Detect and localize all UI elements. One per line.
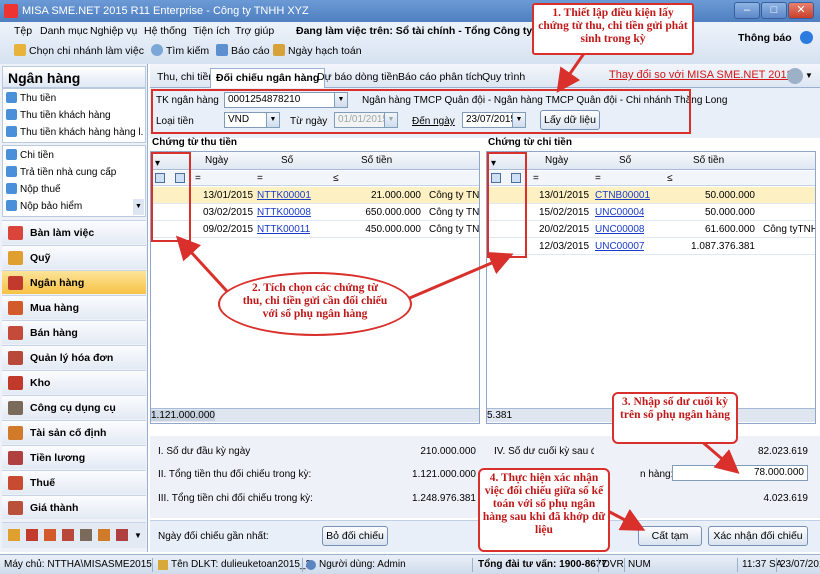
callout-step-2: 2. Tích chọn các chứng từ thu, chi tiền … xyxy=(218,272,412,336)
callout-step-3: 3. Nhập số dư cuối kỳ trên sổ phụ ngân h… xyxy=(612,392,738,444)
annotation-arrows xyxy=(175,51,740,531)
callout-step-4: 4. Thực hiện xác nhận việc đối chiếu giữ… xyxy=(478,468,610,552)
callout-step-1: 1. Thiết lập điều kiện lấy chứng từ thu,… xyxy=(532,3,694,55)
